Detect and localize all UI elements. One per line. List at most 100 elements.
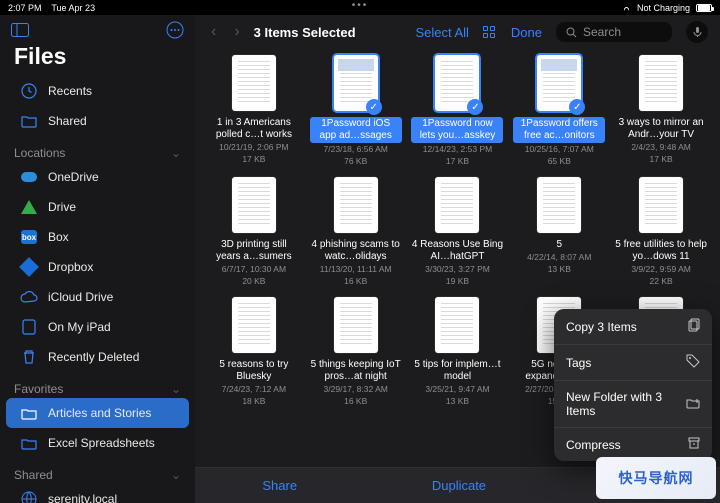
file-item[interactable]: ✓54/22/14, 8:07 AM13 KB (512, 177, 606, 287)
sidebar-item-articles[interactable]: Articles and Stories (6, 398, 189, 428)
duplicate-button[interactable]: Duplicate (432, 478, 486, 493)
file-date: 11/13/20, 11:11 AM (320, 264, 392, 275)
sidebar-item-box[interactable]: boxBox (6, 222, 189, 252)
file-name: 5 free utilities to help yo…dows 11 (615, 239, 707, 263)
more-options-icon[interactable] (165, 21, 185, 39)
sidebar-item-dropbox[interactable]: Dropbox (6, 252, 189, 282)
sidebar-item-shared[interactable]: Shared (6, 106, 189, 136)
menu-copy[interactable]: Copy 3 Items (554, 309, 712, 345)
folder-plus-icon (686, 397, 700, 412)
sidebar-item-icloud[interactable]: iCloud Drive (6, 282, 189, 312)
file-item[interactable]: ✓1Password iOS app ad…ssages7/23/18, 6:5… (309, 55, 403, 167)
file-item[interactable]: ✓4 phishing scams to watc…olidays11/13/2… (309, 177, 403, 287)
file-item[interactable]: ✓5 things keeping IoT pros…at night3/29/… (309, 297, 403, 407)
file-thumbnail (334, 177, 378, 233)
file-name: 1 in 3 Americans polled c…t works (208, 117, 300, 141)
sidebar: Files Recents Shared Locations ⌄ OneDriv… (0, 15, 195, 503)
file-size: 22 KB (650, 276, 673, 287)
onedrive-icon (20, 168, 38, 186)
bottom-action-bar: Share Duplicate Move (195, 467, 720, 503)
multitask-indicator[interactable]: ••• (352, 0, 369, 11)
sidebar-item-trash[interactable]: Recently Deleted (6, 342, 189, 372)
file-item[interactable]: ✓1Password offers free ac…onitors10/25/1… (512, 55, 606, 167)
select-all-button[interactable]: Select All (415, 25, 468, 40)
file-thumbnail (435, 297, 479, 353)
drive-icon (20, 198, 38, 216)
file-size: 65 KB (548, 156, 571, 167)
file-date: 7/23/18, 6:56 AM (324, 144, 388, 155)
search-placeholder: Search (583, 25, 621, 39)
sidebar-item-serenity[interactable]: serenity.local (6, 484, 189, 503)
file-size: 17 KB (650, 154, 673, 165)
chevron-down-icon: ⌄ (171, 468, 181, 482)
ipad-icon (20, 318, 38, 336)
menu-compress[interactable]: Compress (554, 428, 712, 461)
battery-icon (696, 4, 712, 12)
menu-tags[interactable]: Tags (554, 345, 712, 381)
file-name: 1Password iOS app ad…ssages (310, 117, 402, 143)
sidebar-item-recents[interactable]: Recents (6, 76, 189, 106)
selected-check-icon: ✓ (569, 99, 585, 115)
folder-shared-icon (20, 112, 38, 130)
file-item[interactable]: ✓1Password now lets you…asskey12/14/23, … (411, 55, 505, 167)
done-button[interactable]: Done (511, 25, 542, 40)
file-size: 19 KB (446, 276, 469, 287)
file-item[interactable]: ✓3 ways to mirror an Andr…your TV2/4/23,… (614, 55, 708, 167)
file-item[interactable]: ✓5 reasons to try Bluesky7/24/23, 7:12 A… (207, 297, 301, 407)
file-name: 4 phishing scams to watc…olidays (310, 239, 402, 263)
icloud-icon (20, 288, 38, 306)
clock-icon (20, 82, 38, 100)
file-name: 5 things keeping IoT pros…at night (310, 359, 402, 383)
search-input[interactable]: Search (556, 22, 672, 42)
file-size: 17 KB (242, 154, 265, 165)
back-button[interactable]: ‹ (207, 23, 220, 41)
file-thumbnail (232, 297, 276, 353)
file-item[interactable]: ✓3D printing still years a…sumers6/7/17,… (207, 177, 301, 287)
file-date: 6/7/17, 10:30 AM (222, 264, 286, 275)
sidebar-item-label: Shared (48, 114, 87, 128)
file-item[interactable]: ✓5 tips for implem…t model3/25/21, 9:47 … (411, 297, 505, 407)
file-size: 76 KB (344, 156, 367, 167)
selected-check-icon: ✓ (467, 99, 483, 115)
file-size: 16 KB (344, 276, 367, 287)
sidebar-item-onedrive[interactable]: OneDrive (6, 162, 189, 192)
sidebar-item-ipad[interactable]: On My iPad (6, 312, 189, 342)
menu-new-folder[interactable]: New Folder with 3 Items (554, 381, 712, 428)
file-size: 18 KB (242, 396, 265, 407)
archive-icon (688, 437, 700, 452)
status-right: Not Charging (621, 3, 712, 13)
dictation-icon[interactable] (686, 21, 708, 43)
file-name: 3 ways to mirror an Andr…your TV (615, 117, 707, 141)
share-button[interactable]: Share (262, 478, 297, 493)
file-size: 16 KB (344, 396, 367, 407)
section-head-favorites[interactable]: Favorites ⌄ (0, 372, 195, 398)
main-content: ‹ › 3 Items Selected Select All Done Sea… (195, 15, 720, 503)
file-date: 2/4/23, 9:48 AM (631, 142, 691, 153)
sidebar-toggle-icon[interactable] (10, 21, 30, 39)
file-name: 1Password now lets you…asskey (411, 117, 503, 143)
dropbox-icon (20, 258, 38, 276)
section-head-shared[interactable]: Shared ⌄ (0, 458, 195, 484)
view-grid-icon[interactable] (483, 26, 497, 38)
sidebar-item-excel[interactable]: Excel Spreadsheets (6, 428, 189, 458)
file-item[interactable]: ✓1 in 3 Americans polled c…t works10/21/… (207, 55, 301, 167)
sidebar-item-label: Recents (48, 84, 92, 98)
status-time: 2:07 PM (8, 3, 42, 13)
file-item[interactable]: ✓5 free utilities to help yo…dows 113/9/… (614, 177, 708, 287)
file-date: 10/21/19, 2:06 PM (219, 142, 288, 153)
status-bar: 2:07 PM Tue Apr 23 ••• Not Charging (0, 0, 720, 15)
chevron-down-icon: ⌄ (171, 382, 181, 396)
section-head-locations[interactable]: Locations ⌄ (0, 136, 195, 162)
tag-icon (686, 354, 700, 371)
file-thumbnail (639, 55, 683, 111)
search-icon (566, 27, 577, 38)
file-thumbnail (537, 177, 581, 233)
file-date: 3/30/23, 3:27 PM (425, 264, 490, 275)
box-icon: box (20, 228, 38, 246)
forward-button: › (230, 23, 243, 41)
file-item[interactable]: ✓4 Reasons Use Bing AI…hatGPT3/30/23, 3:… (411, 177, 505, 287)
move-button[interactable]: Move (621, 478, 653, 493)
sidebar-item-drive[interactable]: Drive (6, 192, 189, 222)
file-date: 3/25/21, 9:47 AM (425, 384, 489, 395)
file-thumbnail (334, 297, 378, 353)
